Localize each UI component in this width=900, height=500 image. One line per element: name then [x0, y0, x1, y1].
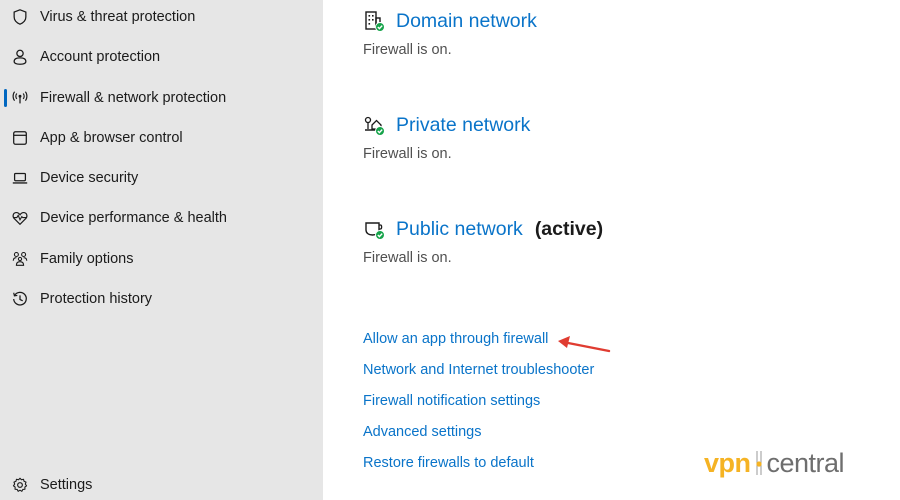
watermark-vpn: vpn [704, 447, 751, 478]
sidebar-item-label: Family options [40, 251, 134, 267]
history-icon [10, 289, 30, 309]
vpncentral-watermark: vpn central [704, 447, 845, 478]
public-network-section: Public network (active) Firewall is on. [363, 214, 604, 267]
active-indicator [4, 89, 7, 107]
family-icon [10, 249, 30, 269]
sidebar-item-firewall-network-protection[interactable]: Firewall & network protection [0, 80, 323, 116]
private-network-link[interactable]: Private network [396, 114, 530, 137]
sidebar-item-label: Protection history [40, 291, 153, 307]
public-network-link[interactable]: Public network [396, 218, 523, 241]
firewall-status: Firewall is on. [363, 146, 452, 162]
sidebar-item-virus-threat-protection[interactable]: Virus & threat protection [0, 0, 323, 35]
sidebar-item-account-protection[interactable]: Account protection [0, 39, 323, 75]
sidebar-item-app-browser-control[interactable]: App & browser control [0, 120, 323, 156]
sidebar-item-protection-history[interactable]: Protection history [0, 281, 323, 317]
domain-building-icon [363, 10, 385, 32]
watermark-central: central [766, 447, 845, 478]
sidebar-item-label: Device performance & health [40, 210, 227, 226]
sidebar-item-settings[interactable]: Settings [0, 467, 323, 500]
sidebar-item-device-performance-health[interactable]: Device performance & health [0, 200, 323, 236]
public-coffee-network-icon [363, 218, 385, 240]
gear-icon [10, 475, 30, 495]
watermark-separator-icon [754, 449, 764, 477]
shield-icon [10, 7, 30, 27]
sidebar-item-device-security[interactable]: Device security [0, 160, 323, 196]
sidebar-item-label: Account protection [40, 49, 161, 65]
firewall-status: Firewall is on. [363, 250, 452, 266]
active-network-badge: (active) [534, 217, 604, 240]
allow-app-through-firewall-link[interactable]: Allow an app through firewall [363, 331, 548, 347]
main-content: Domain network Firewall is on. Private n… [323, 0, 900, 500]
advanced-settings-link[interactable]: Advanced settings [363, 424, 482, 440]
antenna-icon [10, 88, 30, 108]
red-annotation-arrow [558, 336, 611, 353]
firewall-status: Firewall is on. [363, 42, 452, 58]
heart-pulse-icon [10, 208, 30, 228]
sidebar-item-label: Firewall & network protection [40, 90, 227, 106]
browser-window-icon [10, 128, 30, 148]
settings-label: Settings [40, 477, 93, 493]
sidebar-item-label: Device security [40, 170, 139, 186]
sidebar-item-label: Virus & threat protection [40, 9, 196, 25]
firewall-notification-settings-link[interactable]: Firewall notification settings [363, 393, 540, 409]
network-troubleshooter-link[interactable]: Network and Internet troubleshooter [363, 362, 594, 378]
person-icon [10, 47, 30, 67]
domain-network-section: Domain network Firewall is on. [363, 6, 537, 59]
laptop-icon [10, 168, 30, 188]
sidebar: Virus & threat protection Account protec… [0, 0, 323, 500]
private-home-network-icon [363, 114, 385, 136]
sidebar-item-label: App & browser control [40, 130, 183, 146]
restore-firewalls-default-link[interactable]: Restore firewalls to default [363, 455, 534, 471]
domain-network-link[interactable]: Domain network [396, 10, 537, 33]
sidebar-item-family-options[interactable]: Family options [0, 241, 323, 277]
private-network-section: Private network Firewall is on. [363, 110, 530, 163]
